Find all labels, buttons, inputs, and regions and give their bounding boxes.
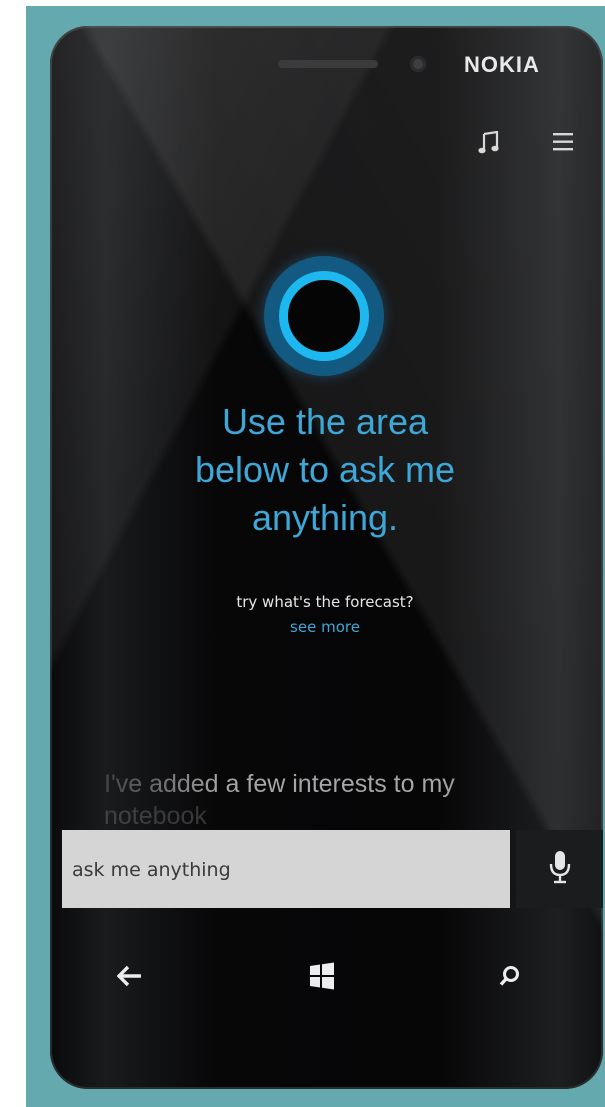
hamburger-menu-icon[interactable]: [552, 131, 574, 157]
back-arrow-icon: [116, 965, 143, 991]
music-note-icon[interactable]: [478, 130, 500, 159]
notebook-message-line: notebook: [104, 802, 207, 830]
search-button[interactable]: [490, 958, 530, 998]
microphone-icon: [549, 850, 571, 888]
front-camera: [410, 56, 426, 72]
microphone-button[interactable]: [516, 830, 603, 908]
brand-logo: NOKIA: [464, 52, 540, 77]
notebook-message-line: I've added a few interests to my: [104, 768, 584, 800]
cortana-prompt: Use the area below to ask me anything.: [110, 398, 540, 542]
cortana-ring[interactable]: [264, 256, 384, 376]
prompt-line: anything.: [251, 497, 399, 538]
back-button[interactable]: [110, 958, 150, 998]
screen-glare: [50, 26, 603, 1089]
search-icon: [499, 965, 521, 991]
search-input[interactable]: [70, 830, 504, 910]
cortana-ring-inner: [279, 271, 369, 361]
prompt-line: below to ask me: [194, 449, 456, 490]
see-more-link[interactable]: see more: [130, 618, 520, 636]
windows-logo-icon: [309, 962, 335, 994]
prompt-line: Use the area: [221, 401, 429, 442]
phone-device: NOKIA Use the area below to ask me anyth…: [50, 26, 603, 1089]
suggestion-text: try what's the forecast?: [236, 593, 414, 611]
notebook-message: I've added a few interests to my noteboo…: [104, 768, 584, 830]
start-button[interactable]: [302, 958, 342, 998]
screen-glare-right: [50, 26, 603, 1089]
earpiece-speaker: [278, 60, 378, 68]
search-bar: [62, 830, 510, 910]
